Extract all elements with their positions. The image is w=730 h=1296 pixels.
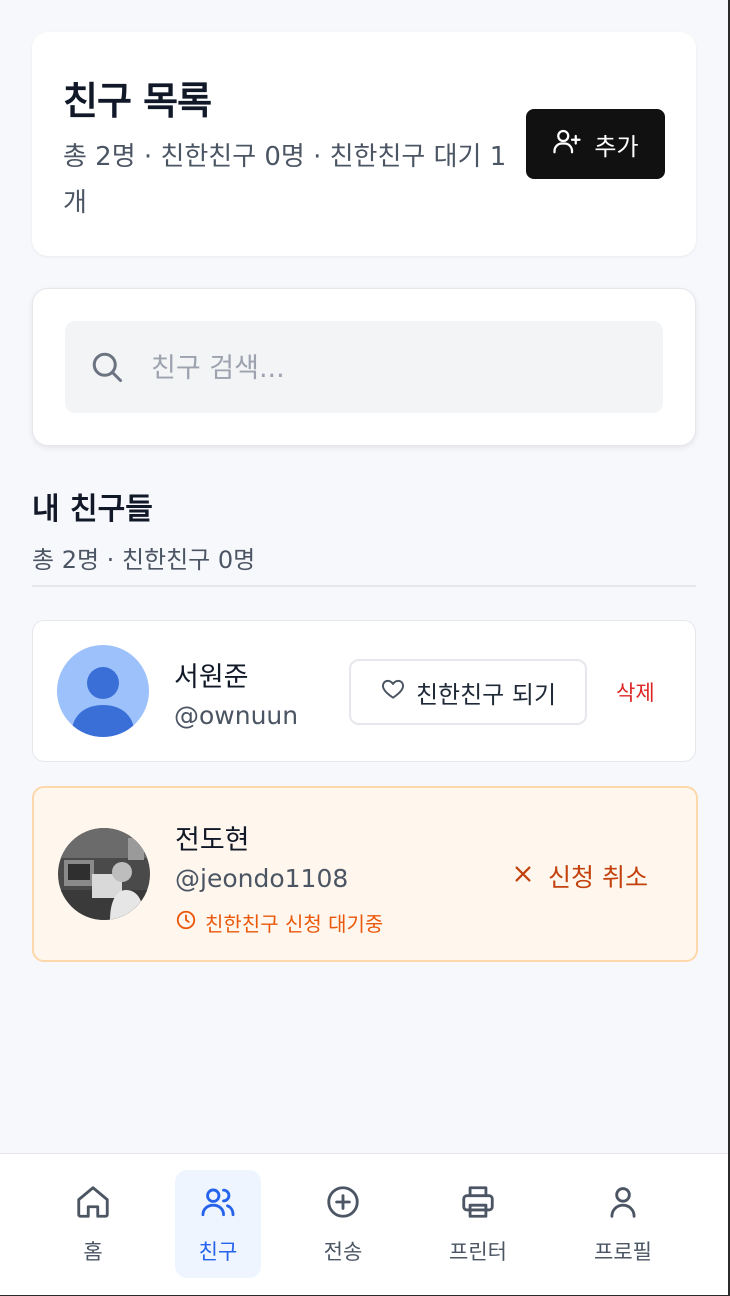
friend-name: 전도현 <box>175 825 250 856</box>
friend-name: 서원준 <box>174 662 249 693</box>
pending-status-label: 친한친구 신청 대기중 <box>205 912 384 936</box>
avatar-placeholder <box>57 645 149 737</box>
clock-icon <box>175 909 197 936</box>
friend-handle: @ownuun <box>174 701 299 730</box>
nav-printer[interactable]: 프린터 <box>440 1170 516 1278</box>
add-friend-button[interactable]: 추가 <box>526 109 665 179</box>
bottom-nav: 홈 친구 전송 프린터 프로필 <box>0 1153 728 1295</box>
nav-send-label: 전송 <box>323 1239 363 1264</box>
nav-profile[interactable]: 프로필 <box>585 1170 661 1278</box>
search-icon <box>89 349 125 389</box>
nav-home-label: 홈 <box>83 1239 103 1264</box>
section-divider <box>32 585 696 587</box>
cancel-request-label: 신청 취소 <box>548 863 648 892</box>
search-input[interactable] <box>149 343 643 393</box>
home-icon <box>74 1183 112 1226</box>
nav-friends[interactable]: 친구 <box>175 1170 261 1278</box>
heart-icon <box>380 676 406 708</box>
users-icon <box>199 1183 237 1226</box>
nav-home[interactable]: 홈 <box>60 1170 126 1278</box>
search-card <box>32 288 696 446</box>
user-plus-icon <box>552 126 582 162</box>
nav-printer-label: 프린터 <box>449 1239 507 1264</box>
user-icon <box>604 1183 642 1226</box>
section-summary: 총 2명 · 친한친구 0명 <box>32 546 256 574</box>
pending-friend-card: 전도현 @jeondo1108 친한친구 신청 대기중 신청 취소 <box>32 786 698 962</box>
become-close-friend-label: 친한친구 되기 <box>415 680 557 709</box>
section-title: 내 친구들 <box>32 492 153 527</box>
printer-icon <box>459 1183 497 1226</box>
become-close-friend-button[interactable]: 친한친구 되기 <box>349 659 587 725</box>
search-box[interactable] <box>65 321 663 413</box>
header-card: 친구 목록 총 2명 · 친한친구 0명 · 친한친구 대기 1개 추가 <box>32 32 696 256</box>
plus-circle-icon <box>324 1183 362 1226</box>
page-title: 친구 목록 <box>63 79 212 123</box>
close-icon <box>512 862 534 891</box>
delete-friend-button[interactable]: 삭제 <box>616 677 655 707</box>
nav-profile-label: 프로필 <box>594 1239 652 1264</box>
friends-summary: 총 2명 · 친한친구 0명 · 친한친구 대기 1개 <box>63 142 507 218</box>
nav-friends-label: 친구 <box>198 1239 238 1264</box>
friend-card: 서원준 @ownuun 친한친구 되기 삭제 <box>32 620 696 762</box>
nav-send[interactable]: 전송 <box>305 1170 381 1278</box>
pending-status: 친한친구 신청 대기중 <box>175 908 383 937</box>
cancel-request-button[interactable]: 신청 취소 <box>512 858 648 894</box>
friend-handle: @jeondo1108 <box>175 864 349 893</box>
add-friend-label: 추가 <box>594 132 639 161</box>
avatar <box>58 828 150 920</box>
